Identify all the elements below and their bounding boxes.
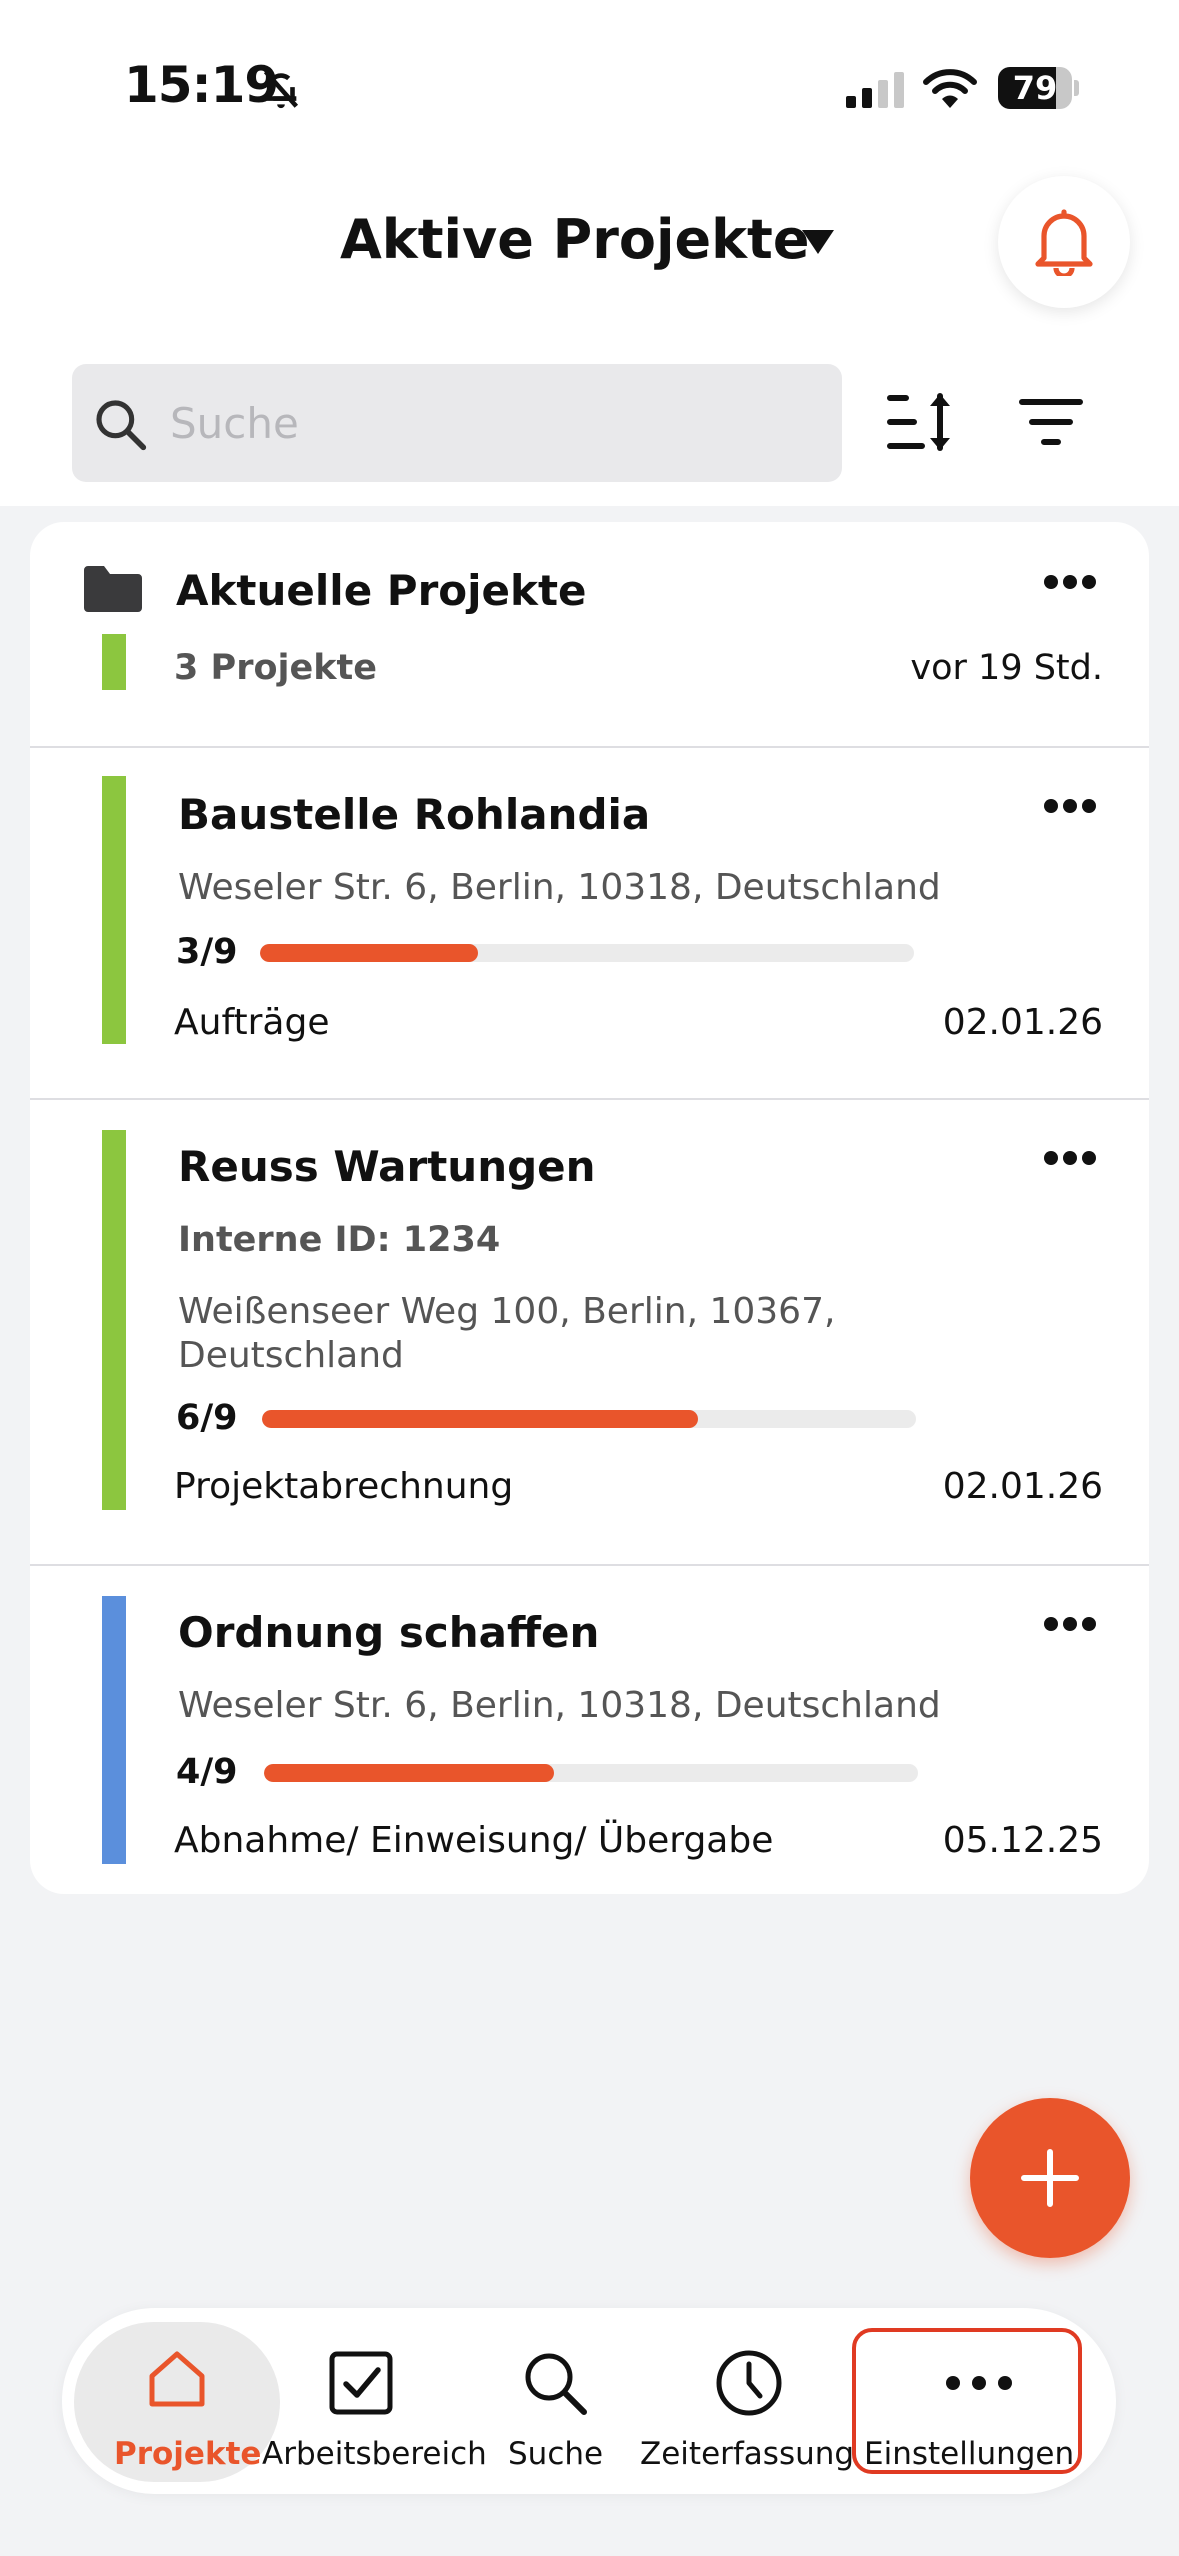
- settings-highlight-box: [852, 2328, 1082, 2474]
- tab-zeiterfassung[interactable]: Zeiterfassung: [638, 2308, 868, 2494]
- dropdown-icon[interactable]: [800, 228, 836, 256]
- group-updated: vor 19 Std.: [910, 648, 1103, 688]
- checkbox-icon: [329, 2351, 393, 2415]
- project-progress-label: 3/9: [176, 932, 238, 972]
- battery-indicator: 79: [998, 67, 1079, 109]
- more-icon[interactable]: [1043, 1150, 1097, 1166]
- tab-label: Zeiterfassung: [640, 2436, 855, 2472]
- project-date: 05.12.25: [942, 1820, 1103, 1861]
- signal-icon: [846, 72, 904, 108]
- folder-icon: [84, 566, 142, 612]
- group-color-strip: [102, 634, 126, 690]
- project-address: Weißenseer Weg 100, Berlin, 10367, Deuts…: [178, 1291, 836, 1376]
- project-date: 02.01.26: [942, 1466, 1103, 1507]
- battery-percent: 79: [1012, 69, 1058, 107]
- project-phase: Projektabrechnung: [174, 1466, 514, 1507]
- sort-icon[interactable]: [884, 388, 956, 456]
- project-progress-label: 4/9: [176, 1752, 238, 1792]
- more-icon[interactable]: [1043, 574, 1097, 590]
- divider: [30, 746, 1149, 748]
- group-count: 3 Projekte: [174, 648, 377, 688]
- notifications-button[interactable]: [998, 176, 1130, 308]
- status-time: 15:19: [124, 56, 279, 114]
- divider: [30, 1098, 1149, 1100]
- progress-bar: [262, 1410, 916, 1428]
- clock-icon: [716, 2350, 782, 2416]
- filter-icon[interactable]: [1018, 396, 1084, 448]
- project-title: Baustelle Rohlandia: [178, 790, 651, 839]
- bell-off-icon: [263, 70, 299, 109]
- project-list-card: Aktuelle Projekte 3 Projekte vor 19 Std.…: [30, 522, 1149, 1894]
- home-icon: [149, 2351, 205, 2407]
- project-phase: Aufträge: [174, 1002, 330, 1043]
- search-icon: [96, 400, 147, 451]
- wifi-icon: [923, 69, 977, 108]
- project-progress-label: 6/9: [176, 1398, 238, 1438]
- progress-fill: [264, 1764, 555, 1782]
- progress-fill: [262, 1410, 699, 1428]
- progress-bar: [264, 1764, 918, 1782]
- project-phase: Abnahme/ Einweisung/ Übergabe: [174, 1820, 774, 1861]
- project-address: Weseler Str. 6, Berlin, 10318, Deutschla…: [178, 867, 941, 908]
- tab-suche[interactable]: Suche: [472, 2308, 642, 2494]
- more-icon[interactable]: [1043, 1616, 1097, 1632]
- project-date: 02.01.26: [942, 1002, 1103, 1043]
- group-title: Aktuelle Projekte: [176, 566, 587, 615]
- project-title: Reuss Wartungen: [178, 1142, 596, 1191]
- tab-label: Suche: [508, 2436, 604, 2472]
- search-bar[interactable]: [72, 364, 842, 482]
- project-title: Ordnung schaffen: [178, 1608, 600, 1657]
- divider: [30, 1564, 1149, 1566]
- project-color-strip: [102, 776, 126, 1044]
- progress-fill: [260, 944, 478, 962]
- project-color-strip: [102, 1596, 126, 1864]
- project-color-strip: [102, 1130, 126, 1510]
- more-icon[interactable]: [1043, 798, 1097, 814]
- page-title[interactable]: Aktive Projekte: [340, 208, 809, 271]
- bell-icon: [1035, 209, 1093, 276]
- search-icon: [525, 2353, 587, 2415]
- plus-icon: [1021, 2149, 1079, 2207]
- progress-bar: [260, 944, 914, 962]
- add-project-button[interactable]: [970, 2098, 1130, 2258]
- tab-label: Arbeitsbereich: [262, 2436, 487, 2472]
- search-input[interactable]: [170, 388, 810, 458]
- tab-label: Projekte: [114, 2436, 262, 2472]
- tab-arbeitsbereich[interactable]: Arbeitsbereich: [262, 2308, 487, 2494]
- project-address: Weseler Str. 6, Berlin, 10318, Deutschla…: [178, 1685, 941, 1726]
- project-internal-id: Interne ID: 1234: [178, 1220, 501, 1260]
- top-area: 15:19 79 Aktive Projekte: [0, 0, 1179, 506]
- tab-projekte[interactable]: Projekte: [62, 2308, 282, 2494]
